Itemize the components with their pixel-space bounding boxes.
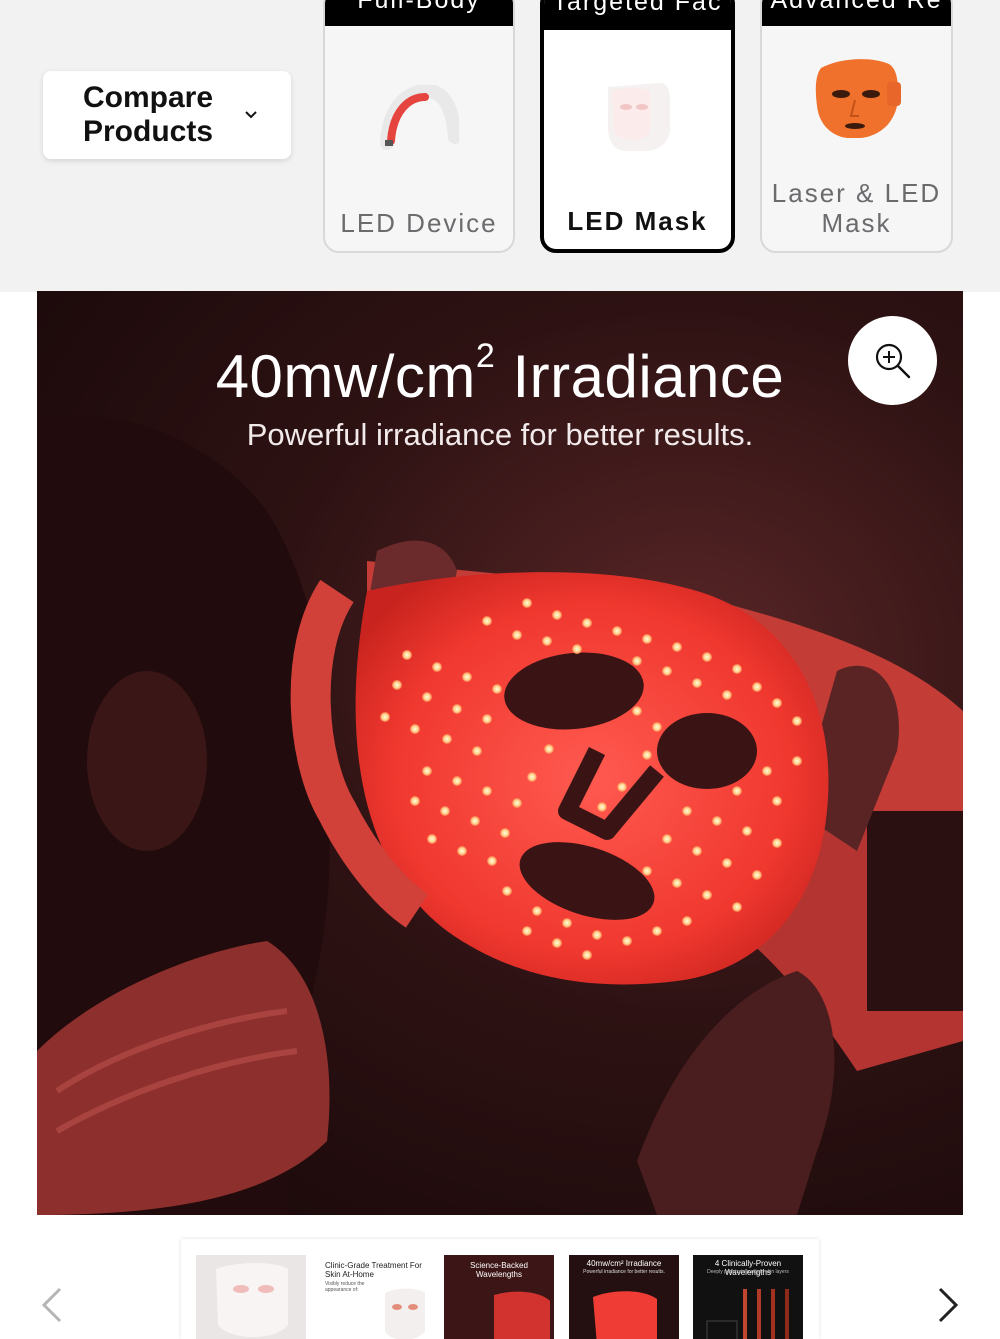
product-card-laser-led-mask[interactable]: Advanced Re Laser & LED Mask (760, 0, 953, 253)
compare-products-label: Compare Products (83, 81, 214, 148)
product-card-name: LED Device (340, 208, 498, 238)
thumbnail-caption: 40mw/cm² Irradiance (586, 1259, 662, 1268)
led-mask-image (607, 83, 670, 151)
thumbnail-subcaption: Visibly reduce the appearance of: (325, 1281, 365, 1293)
thumbnail-image (593, 1291, 657, 1339)
compare-strip: Compare Products Full-Body LED Device Ta… (0, 0, 1000, 292)
thumbnail-image (385, 1288, 425, 1339)
thumbnail-image (706, 1289, 789, 1339)
thumbnail-image (216, 1263, 288, 1337)
chevron-right-icon[interactable] (932, 1285, 962, 1325)
thumbnail-caption: Clinic-Grade Treatment For Skin At-Home (325, 1261, 422, 1279)
product-card-led-mask[interactable]: Targeted Fac LED Mask (540, 0, 735, 253)
product-hero-image: 40mw/cm2 Irradiance Powerful irradiance … (37, 291, 963, 1215)
gallery-thumbnail[interactable]: 4 Clinically-Proven Wavelengths Deeply p… (693, 1255, 803, 1339)
thumbnail-subcaption: Deeply penetrate multiple skin layers (707, 1269, 789, 1275)
product-card-name: Laser & LED Mask (771, 178, 942, 238)
hero-title-main: 40mw/cm (215, 343, 476, 410)
hero-title: 40mw/cm2 Irradiance (37, 337, 963, 411)
product-card-banner: Advanced Re (762, 0, 951, 26)
thumbnail-subcaption: Powerful irradiance for better results. (583, 1269, 665, 1275)
chevron-down-icon (245, 111, 257, 119)
thumbnail-caption: Science-Backed Wavelengths (470, 1261, 528, 1279)
product-card-banner: Full-Body (325, 0, 513, 26)
zoom-button[interactable] (848, 316, 937, 405)
hero-subtitle: Powerful irradiance for better results. (246, 417, 754, 452)
image-gallery: Clinic-Grade Treatment For Skin At-Home … (0, 1215, 1000, 1339)
product-card-banner: Targeted Fac (544, 0, 731, 30)
product-card-led-device[interactable]: Full-Body LED Device (323, 0, 515, 253)
thumbnail-image (494, 1291, 550, 1339)
product-card-name: LED Mask (567, 206, 708, 236)
zoom-in-icon (875, 343, 911, 379)
chevron-left-icon[interactable] (38, 1285, 68, 1325)
compare-products-dropdown[interactable]: Compare Products (43, 71, 291, 159)
thumbnail-track: Clinic-Grade Treatment For Skin At-Home … (181, 1239, 819, 1339)
gallery-thumbnail[interactable]: 40mw/cm² Irradiance Powerful irradiance … (569, 1255, 679, 1339)
gallery-thumbnail[interactable] (196, 1255, 306, 1339)
led-device-image (380, 85, 459, 150)
hero-title-superscript: 2 (475, 337, 496, 375)
hero-title-rest: Irradiance (495, 343, 785, 410)
gallery-thumbnail[interactable]: Science-Backed Wavelengths (444, 1255, 554, 1339)
laser-led-mask-image (815, 59, 901, 138)
gallery-thumbnail[interactable]: Clinic-Grade Treatment For Skin At-Home … (321, 1255, 431, 1339)
